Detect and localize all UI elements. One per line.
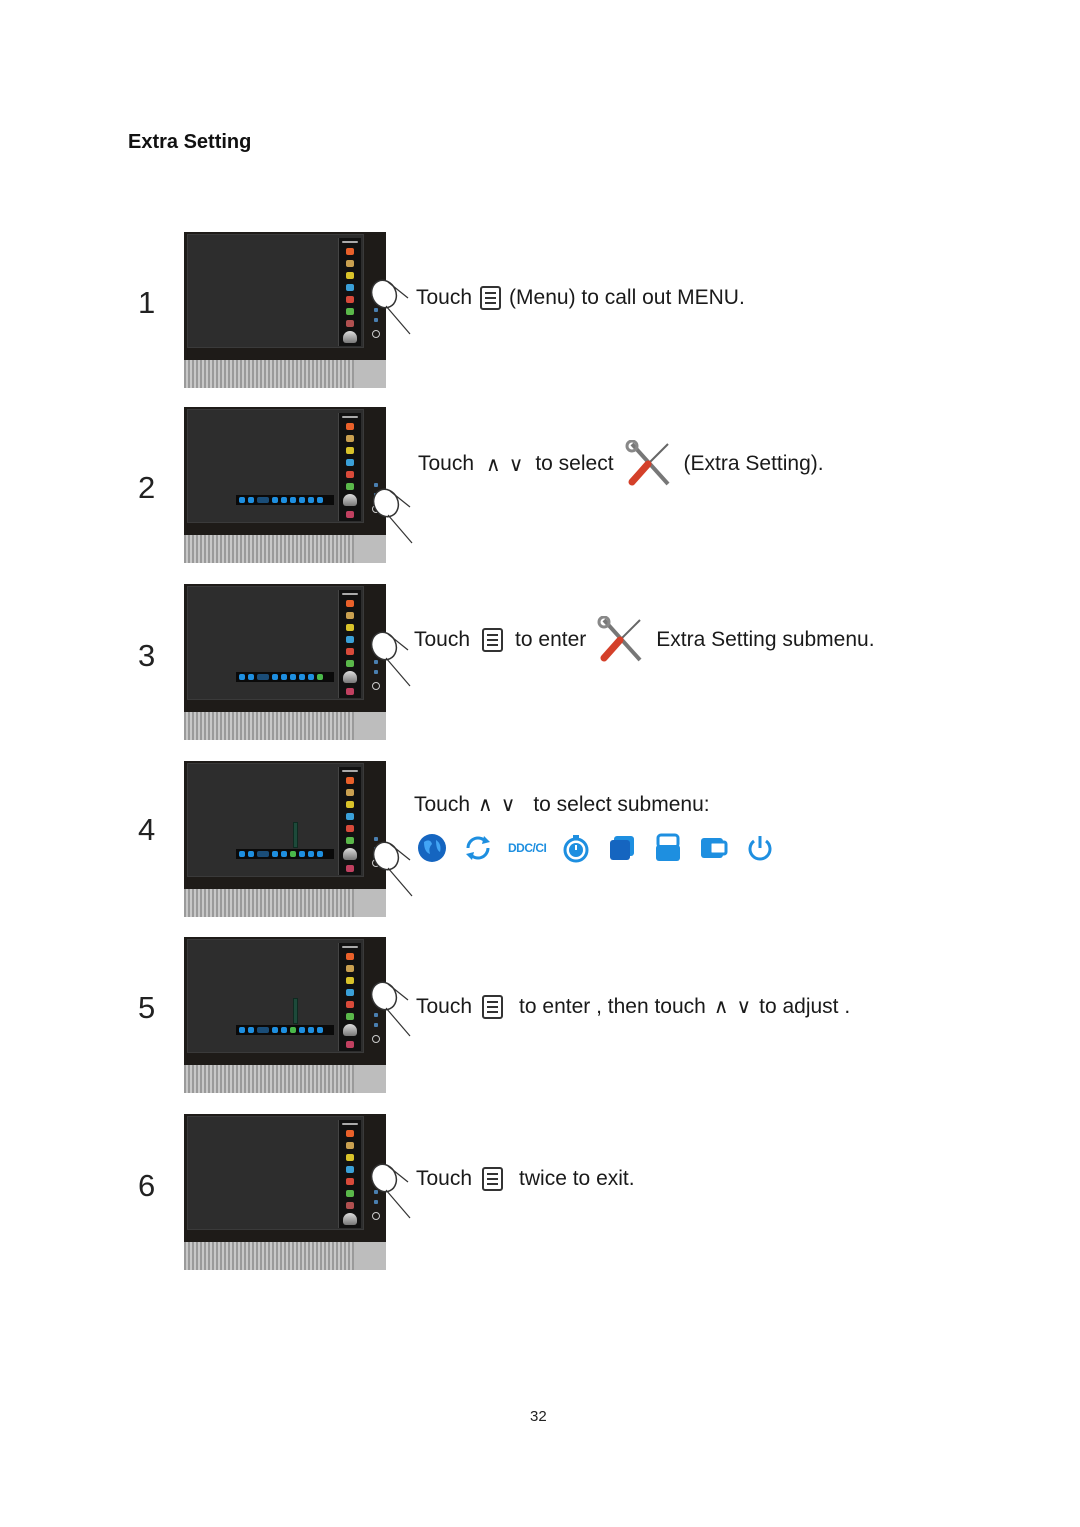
step-6-instruction: Touch twice to exit.	[416, 1167, 635, 1191]
step-1-instruction: Touch (Menu) to call out MENU.	[416, 286, 745, 310]
down-arrow-icon: ∨	[736, 996, 752, 1018]
instruction-text: (Extra Setting).	[683, 452, 824, 475]
menu-button-icon	[482, 994, 504, 1019]
extra-setting-tools-icon	[597, 616, 642, 662]
instruction-text: Touch	[414, 628, 471, 651]
step-number-5: 5	[138, 990, 156, 1025]
finger-pointer-icon	[370, 279, 411, 335]
input-select-icon	[656, 833, 681, 861]
osd-slider	[293, 822, 298, 848]
finger-pointer-icon	[370, 1163, 411, 1219]
submenu-icon-row: DDC/CI	[416, 832, 776, 864]
reset-icon	[466, 836, 490, 860]
monitor-illustration-6	[184, 1114, 386, 1270]
osd-menu-column	[338, 590, 361, 698]
down-arrow-icon: ∨	[500, 794, 516, 816]
dcr-icon	[701, 838, 728, 858]
instruction-text: (Menu) to call out MENU.	[509, 286, 745, 309]
page-number: 32	[530, 1408, 547, 1425]
up-arrow-icon: ∧	[713, 996, 729, 1018]
osd-submenu-bar	[236, 672, 334, 682]
osd-menu-column	[338, 767, 361, 875]
step-2-instruction: Touch ∧ ∨ to select (Extra Setting).	[418, 440, 824, 488]
finger-pointer-icon	[370, 631, 411, 687]
osd-menu-column	[338, 943, 361, 1051]
instruction-text: Touch	[418, 452, 475, 475]
osd-submenu-bar	[236, 1025, 334, 1035]
image-ratio-icon	[610, 836, 635, 860]
instruction-text: Touch	[416, 994, 473, 1018]
instruction-text: to select	[535, 452, 614, 475]
instruction-text: to select submenu:	[533, 792, 710, 816]
osd-submenu-bar	[236, 495, 334, 505]
instruction-text: Touch	[416, 286, 473, 309]
instruction-text: Extra Setting submenu.	[656, 628, 875, 651]
step-5-instruction: Touch to enter , then touch ∧ ∨ to adjus…	[416, 994, 850, 1019]
monitor-illustration-2	[184, 407, 386, 563]
osd-menu-column	[338, 238, 361, 346]
down-arrow-icon: ∨	[508, 453, 524, 476]
timer-icon	[563, 835, 589, 863]
step-3-instruction: Touch to enter Extra Setting submenu.	[414, 616, 875, 664]
language-globe-icon	[418, 834, 446, 862]
extra-setting-tools-icon	[625, 440, 670, 486]
up-arrow-icon: ∧	[478, 794, 493, 816]
menu-button-icon	[482, 1167, 504, 1191]
step-4-instruction: Touch ∧ ∨ to select submenu:	[414, 792, 710, 817]
page-title: Extra Setting	[128, 131, 252, 153]
ddc-ci-icon: DDC/CI	[508, 841, 547, 855]
finger-pointer-icon	[372, 841, 413, 897]
menu-button-icon	[482, 628, 504, 652]
step-number-6: 6	[138, 1168, 156, 1203]
instruction-text: to enter , then touch	[519, 994, 706, 1018]
step-number-1: 1	[138, 285, 156, 320]
finger-pointer-icon	[372, 488, 413, 544]
monitor-illustration-3	[184, 584, 386, 740]
step-number-2: 2	[138, 470, 156, 505]
osd-menu-column	[338, 1120, 361, 1228]
finger-pointer-icon	[370, 981, 411, 1037]
instruction-text: to enter	[515, 628, 587, 651]
instruction-text: Touch	[414, 792, 471, 816]
osd-menu-column	[338, 413, 361, 521]
instruction-text: twice to exit.	[519, 1167, 635, 1190]
instruction-text: to adjust .	[759, 994, 851, 1018]
osd-slider	[293, 998, 298, 1024]
power-icon	[748, 836, 772, 861]
monitor-illustration-1	[184, 232, 386, 388]
monitor-illustration-5	[184, 937, 386, 1093]
instruction-text: Touch	[416, 1167, 473, 1190]
up-arrow-icon: ∧	[486, 453, 501, 476]
step-number-3: 3	[138, 638, 156, 673]
osd-submenu-bar	[236, 849, 334, 859]
menu-button-icon	[480, 286, 502, 310]
monitor-illustration-4	[184, 761, 386, 917]
step-number-4: 4	[138, 812, 156, 847]
